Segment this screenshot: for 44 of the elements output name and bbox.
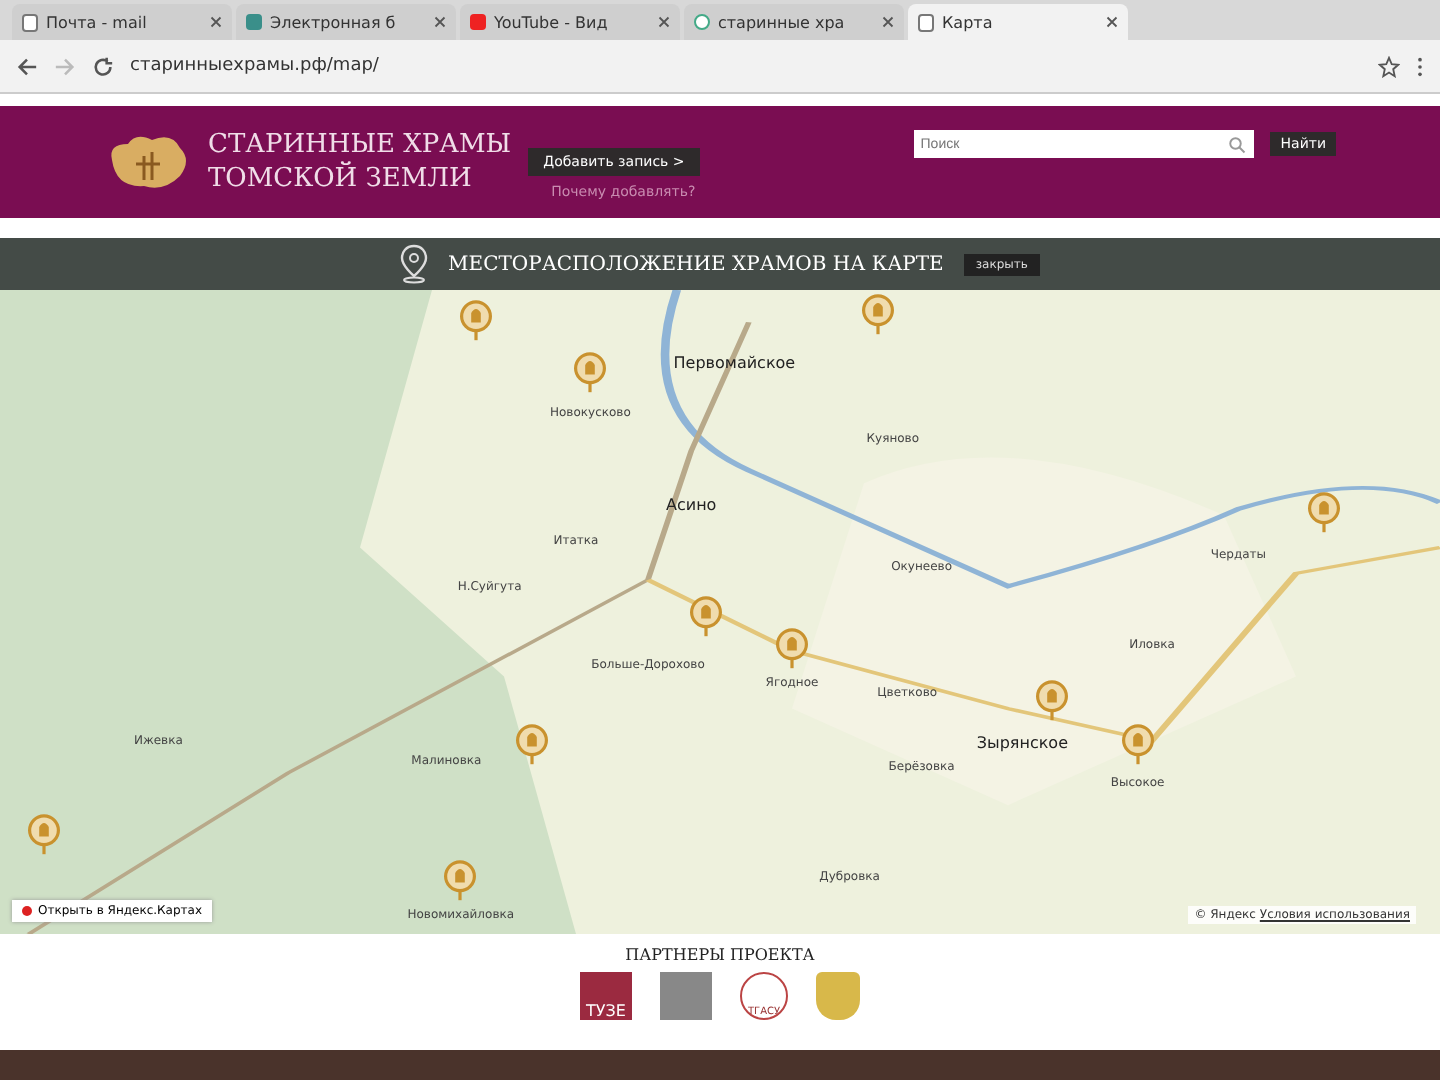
close-icon[interactable] — [882, 16, 894, 28]
site-title: ТОМСКОЙ ЗЕМЛИ — [208, 162, 474, 196]
close-icon[interactable] — [434, 16, 446, 28]
section-title: МЕСТОРАСПОЛОЖЕНИЕ ХРАМОВ НА КАРТЕ — [448, 253, 944, 275]
back-icon[interactable] — [16, 55, 38, 77]
search-engine-icon — [694, 14, 710, 30]
reload-icon[interactable] — [92, 55, 114, 77]
site-title: СТАРИННЫЕ ХРАМЫ — [208, 128, 512, 161]
church-marker-icon[interactable] — [27, 814, 60, 857]
church-marker-icon[interactable] — [574, 351, 607, 394]
crest-icon[interactable] — [816, 972, 860, 1020]
star-icon[interactable] — [1378, 55, 1400, 77]
place-label: Первомайское — [673, 354, 796, 373]
church-marker-icon[interactable] — [516, 724, 549, 767]
church-marker-icon[interactable] — [1308, 492, 1341, 535]
search-icon — [1228, 135, 1247, 153]
partner-logo[interactable]: ТУЗЕ — [580, 972, 632, 1020]
marker-dot-icon — [22, 906, 32, 916]
place-label: Зырянское — [976, 734, 1068, 753]
browser-tab[interactable]: Карта — [908, 4, 1128, 40]
browser-tab[interactable]: старинные хра — [684, 4, 904, 40]
video-icon — [470, 14, 486, 30]
place-label: Асино — [666, 496, 717, 515]
close-icon[interactable] — [1106, 16, 1118, 28]
church-marker-icon[interactable] — [1121, 724, 1154, 767]
forward-icon[interactable] — [54, 55, 76, 77]
church-marker-icon[interactable] — [1035, 679, 1068, 722]
page-icon — [22, 13, 38, 31]
address-bar[interactable]: старинныехрамы.рф/map/ — [130, 56, 1362, 76]
church-marker-icon[interactable] — [776, 627, 808, 670]
map-pin-icon — [400, 244, 429, 284]
partners-title: ПАРТНЕРЫ ПРОЕКТА — [625, 946, 815, 964]
church-marker-icon[interactable] — [459, 299, 492, 342]
document-icon — [246, 14, 262, 30]
browser-tab[interactable]: YouTube - Вид — [460, 4, 680, 40]
browser-tab[interactable]: Электронная б — [236, 4, 456, 40]
page-icon — [918, 13, 934, 31]
church-marker-icon[interactable] — [862, 293, 895, 336]
close-icon[interactable] — [210, 16, 222, 28]
menu-icon[interactable] — [1416, 55, 1424, 77]
church-marker-icon[interactable] — [444, 859, 477, 902]
browser-tab[interactable]: Почта - mail — [12, 4, 232, 40]
church-marker-icon[interactable] — [689, 595, 722, 638]
close-icon[interactable] — [658, 16, 670, 28]
